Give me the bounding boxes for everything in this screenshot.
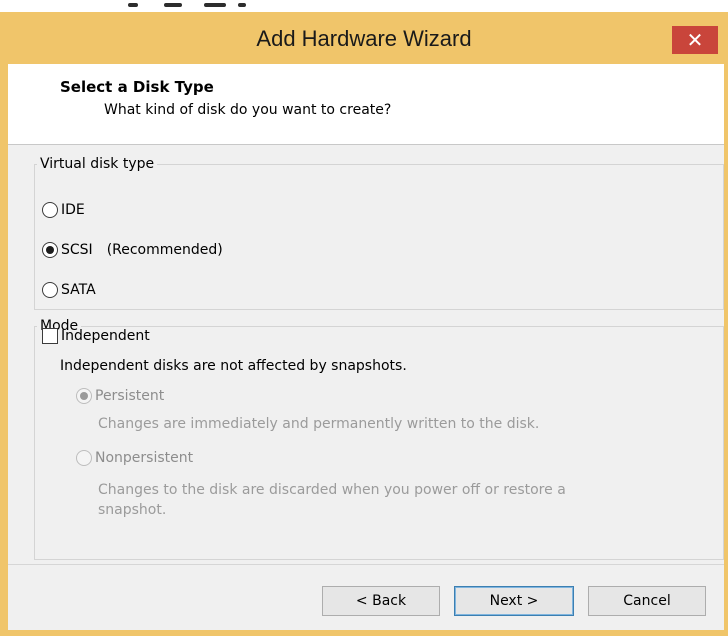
disk-type-legend: Virtual disk type (40, 156, 155, 172)
radio-scsi-label: SCSI (61, 242, 93, 258)
independent-label: Independent (61, 328, 150, 344)
window-title: Add Hardware Wizard (256, 26, 472, 51)
footer-divider (8, 564, 724, 565)
radio-scsi-button[interactable] (42, 242, 58, 258)
independent-note: Independent disks are not affected by sn… (60, 358, 407, 374)
nonpersistent-description-line1: Changes to the disk are discarded when y… (98, 482, 566, 498)
next-button[interactable]: Next > (454, 586, 574, 616)
radio-ide-button[interactable] (42, 202, 58, 218)
close-icon: ✕ (686, 28, 704, 52)
page-title: Select a Disk Type (60, 78, 214, 96)
mode-group: Mode (34, 318, 724, 560)
radio-ide[interactable]: IDE (42, 202, 85, 218)
radio-nonpersistent-button[interactable] (76, 450, 92, 466)
radio-ide-label: IDE (61, 202, 85, 218)
dialog-body: Select a Disk Type What kind of disk do … (8, 64, 724, 630)
radio-persistent-button[interactable] (76, 388, 92, 404)
radio-nonpersistent-label: Nonpersistent (95, 450, 194, 466)
persistent-description: Changes are immediately and permanently … (98, 416, 540, 432)
independent-checkbox[interactable] (42, 328, 58, 344)
cancel-button[interactable]: Cancel (588, 586, 706, 616)
background-mark (164, 3, 182, 7)
background-strip (0, 0, 728, 12)
wizard-header: Select a Disk Type What kind of disk do … (8, 64, 724, 145)
title-bar[interactable]: Add Hardware Wizard ✕ (0, 12, 728, 64)
radio-nonpersistent[interactable]: Nonpersistent (76, 450, 193, 466)
radio-sata[interactable]: SATA (42, 282, 96, 298)
radio-sata-button[interactable] (42, 282, 58, 298)
close-button[interactable]: ✕ (672, 26, 718, 54)
radio-persistent[interactable]: Persistent (76, 388, 164, 404)
nonpersistent-description-line2: snapshot. (98, 502, 167, 518)
wizard-window: Add Hardware Wizard ✕ Select a Disk Type… (0, 0, 728, 636)
back-button[interactable]: < Back (322, 586, 440, 616)
background-mark (204, 3, 226, 7)
radio-persistent-label: Persistent (95, 388, 165, 404)
independent-checkbox-row[interactable]: Independent (42, 328, 150, 344)
background-mark (238, 3, 246, 7)
disk-type-group: Virtual disk type (34, 156, 724, 310)
radio-scsi[interactable]: SCSI (Recommended) (42, 242, 223, 258)
recommended-note: (Recommended) (106, 242, 223, 258)
background-mark (128, 3, 138, 7)
radio-sata-label: SATA (61, 282, 96, 298)
page-subtitle: What kind of disk do you want to create? (104, 102, 392, 118)
